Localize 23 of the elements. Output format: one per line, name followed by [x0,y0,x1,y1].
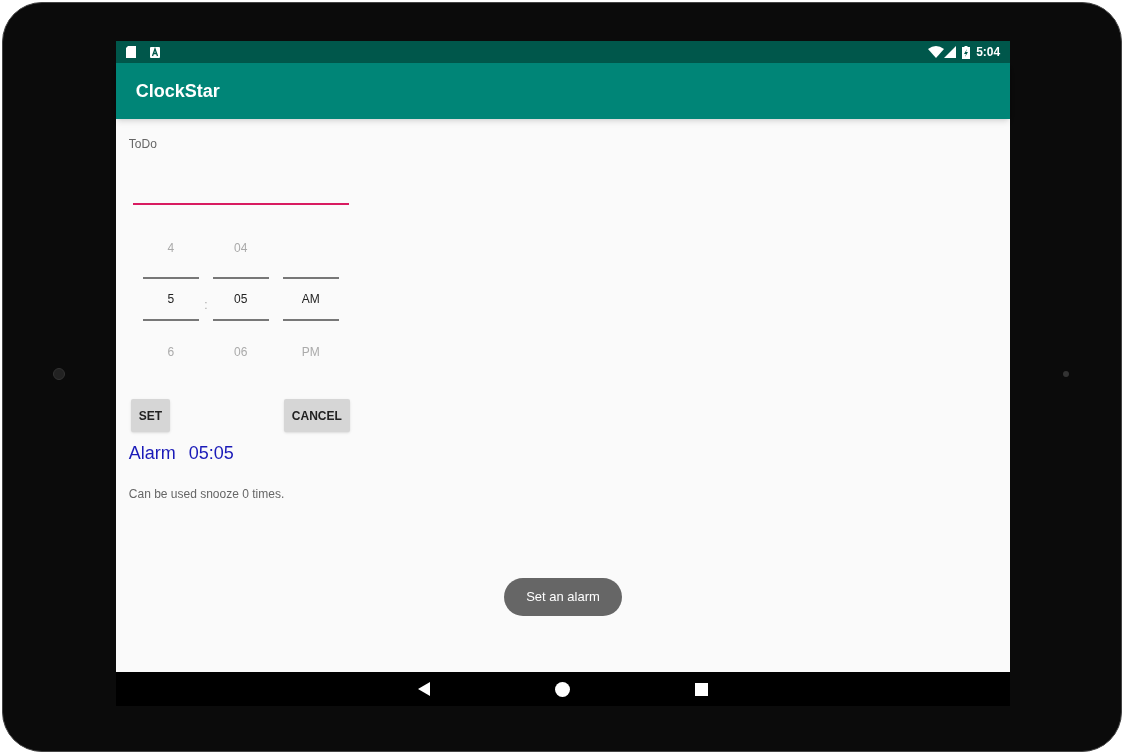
alarm-time: 05:05 [188,442,234,465]
signal-icon [944,46,957,58]
text-icon [149,46,160,58]
sensor-icon [1062,370,1069,377]
wifi-icon [928,46,945,58]
picker-current-value[interactable]: AM [282,277,339,321]
picker-current-value[interactable]: 5 [142,277,199,321]
battery-icon [962,45,971,59]
alarm-label: Alarm [128,442,176,465]
time-separator: : [203,297,209,314]
status-time: 5:04 [976,44,1001,61]
picker-current-value[interactable]: 05 [212,277,269,321]
sd-card-icon [125,46,136,58]
todo-label: ToDo [128,136,158,153]
recents-icon[interactable] [695,682,708,696]
home-icon[interactable] [555,681,570,697]
app-title: ClockStar [135,79,220,103]
camera-icon [53,367,66,380]
back-icon[interactable] [418,682,430,696]
snooze-text: Can be used snooze 0 times. [128,486,286,503]
action-button[interactable]: CANCEL [283,399,350,432]
action-button[interactable]: SET [130,399,171,432]
toast-message: Set an alarm [504,578,622,616]
